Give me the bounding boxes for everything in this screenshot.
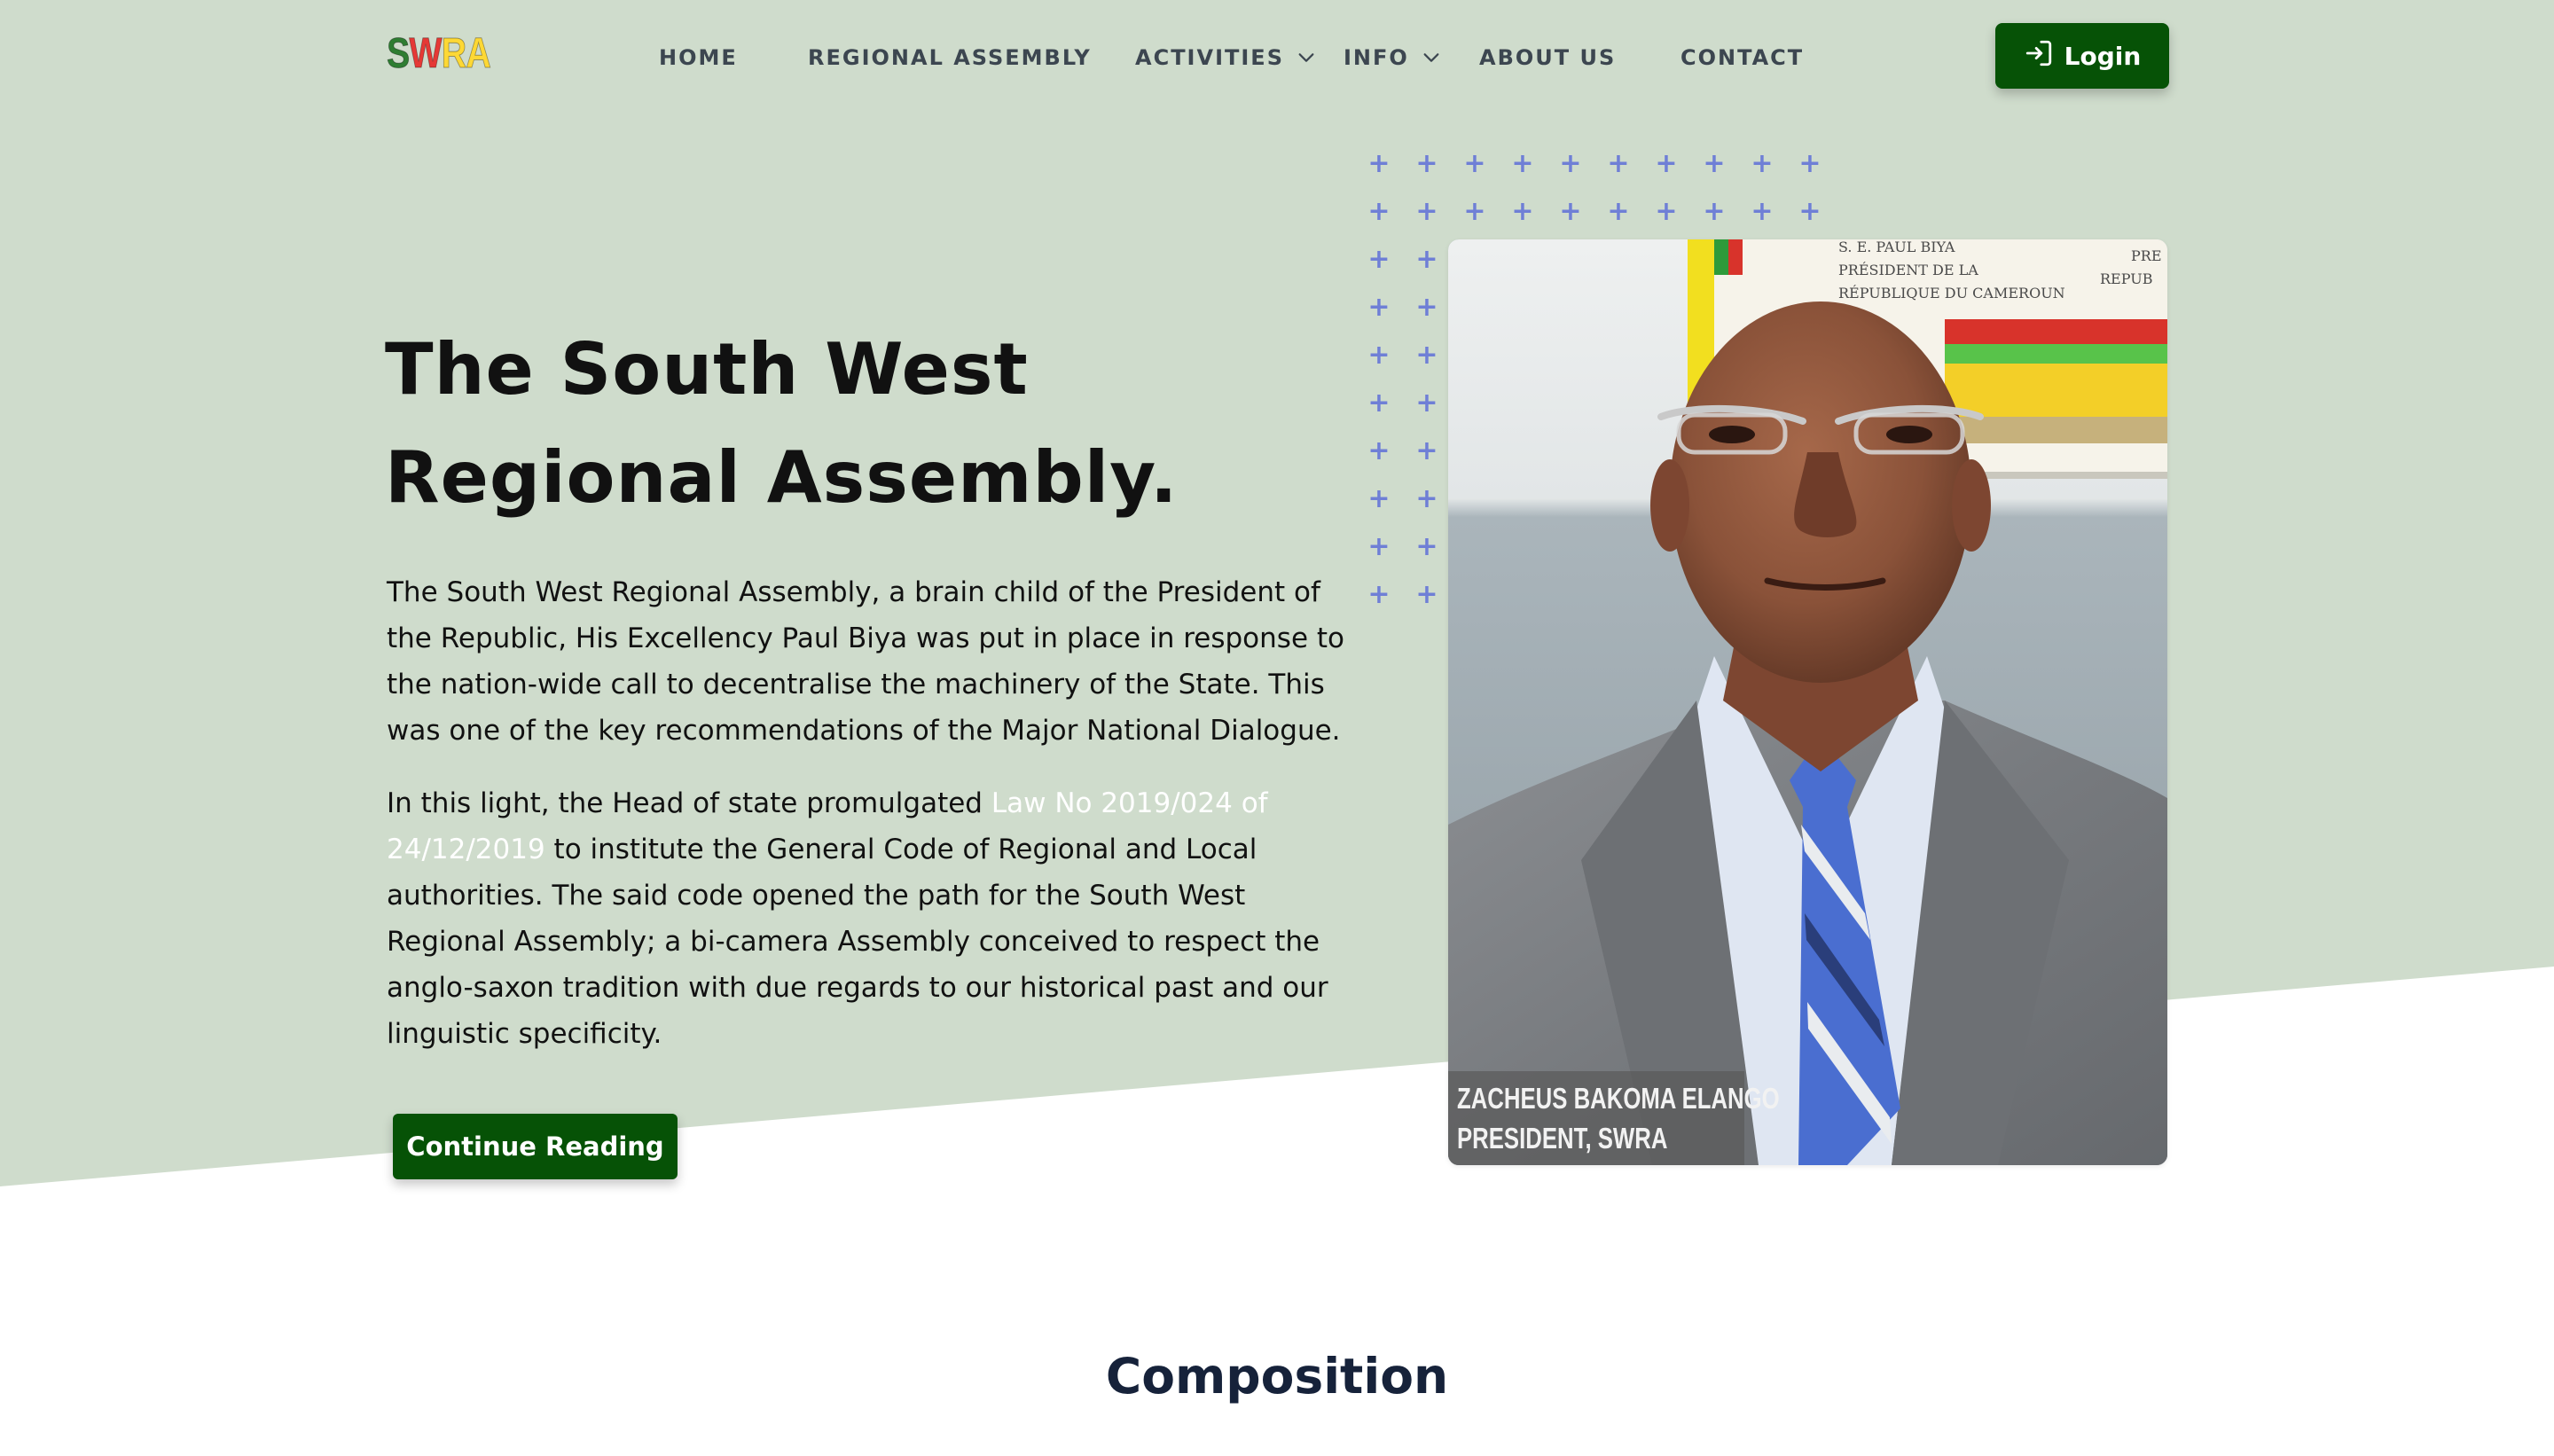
plus-decoration-icon: + <box>1703 196 1726 227</box>
plus-decoration-icon: + <box>1415 244 1438 275</box>
continue-reading-button[interactable]: Continue Reading <box>393 1114 678 1179</box>
caption-name: ZACHEUS BAKOMA ELANGO <box>1457 1082 1780 1115</box>
plus-decoration-icon: + <box>1367 340 1391 371</box>
login-icon <box>2024 38 2054 74</box>
nav-about-us-label: ABOUT US <box>1479 45 1617 70</box>
svg-text:PRE: PRE <box>2131 247 2162 264</box>
nav-home[interactable]: HOME <box>659 43 738 73</box>
president-portrait: S. E. PAUL BIYA PRÉSIDENT DE LA RÉPUBLIQ… <box>1448 239 2167 1165</box>
plus-decoration-icon: + <box>1367 292 1391 323</box>
plus-decoration-icon: + <box>1415 340 1438 371</box>
paragraph-2-prefix: In this light, the Head of state promulg… <box>387 787 991 819</box>
nav-contact[interactable]: CONTACT <box>1680 43 1804 73</box>
plus-decoration-icon: + <box>1655 148 1678 179</box>
continue-reading-label: Continue Reading <box>406 1131 664 1162</box>
composition-heading: Composition <box>1105 1348 1449 1405</box>
plus-decoration-icon: + <box>1367 483 1391 514</box>
svg-text:PRÉSIDENT DE LA: PRÉSIDENT DE LA <box>1838 261 1978 278</box>
top-navbar: SWRA HOME REGIONAL ASSEMBLY ACTIVITIES I… <box>0 0 2554 115</box>
plus-decoration-icon: + <box>1511 148 1534 179</box>
plus-decoration-icon: + <box>1415 148 1438 179</box>
plus-decoration-icon: + <box>1367 244 1391 275</box>
nav-contact-label: CONTACT <box>1680 45 1805 70</box>
nav-info[interactable]: INFO <box>1344 43 1441 73</box>
plus-decoration-icon: + <box>1415 292 1438 323</box>
plus-decoration-icon: + <box>1415 435 1438 466</box>
login-label: Login <box>2064 41 2142 71</box>
plus-decoration-icon: + <box>1703 148 1726 179</box>
plus-decoration-icon: + <box>1415 483 1438 514</box>
nav-regional-assembly[interactable]: REGIONAL ASSEMBLY <box>808 43 1092 73</box>
plus-decoration-icon: + <box>1798 148 1821 179</box>
plus-decoration-icon: + <box>1415 579 1438 610</box>
chevron-down-icon <box>1422 48 1441 67</box>
plus-decoration-icon: + <box>1367 196 1391 227</box>
plus-decoration-icon: + <box>1607 196 1630 227</box>
plus-decoration-icon: + <box>1607 148 1630 179</box>
plus-decoration-icon: + <box>1463 148 1486 179</box>
hero-title-line1: The South West <box>385 328 1029 411</box>
nav-about-us[interactable]: ABOUT US <box>1479 43 1616 73</box>
plus-decoration-icon: + <box>1415 387 1438 419</box>
hero-paragraph-2: In this light, the Head of state promulg… <box>387 780 1344 1057</box>
plus-decoration-icon: + <box>1367 148 1391 179</box>
portrait-image: S. E. PAUL BIYA PRÉSIDENT DE LA RÉPUBLIQ… <box>1448 239 2167 1165</box>
nav-home-label: HOME <box>659 45 738 70</box>
nav-info-label: INFO <box>1344 45 1409 70</box>
hero-title: The South West Regional Assembly. <box>385 316 1360 532</box>
plus-decoration-icon: + <box>1511 196 1534 227</box>
svg-text:RÉPUBLIQUE DU CAMEROUN: RÉPUBLIQUE DU CAMEROUN <box>1838 284 2065 301</box>
plus-decoration-icon: + <box>1463 196 1486 227</box>
plus-decoration-icon: + <box>1798 196 1821 227</box>
paragraph-2-suffix: to institute the General Code of Regiona… <box>387 834 1328 1050</box>
plus-decoration-icon: + <box>1559 148 1582 179</box>
main-nav: HOME REGIONAL ASSEMBLY ACTIVITIES INFO A… <box>0 43 2554 73</box>
hero-title-line2: Regional Assembly. <box>385 436 1179 519</box>
plus-decoration-icon: + <box>1367 579 1391 610</box>
nav-activities[interactable]: ACTIVITIES <box>1135 43 1316 73</box>
plus-decoration-icon: + <box>1415 531 1438 562</box>
plus-decoration-icon: + <box>1367 387 1391 419</box>
nav-regional-assembly-label: REGIONAL ASSEMBLY <box>808 45 1092 70</box>
svg-text:REPUB: REPUB <box>2100 270 2152 287</box>
svg-text:S. E. PAUL BIYA: S. E. PAUL BIYA <box>1838 239 1955 255</box>
plus-decoration-icon: + <box>1751 148 1774 179</box>
nav-activities-label: ACTIVITIES <box>1135 45 1284 70</box>
plus-decoration-icon: + <box>1367 435 1391 466</box>
portrait-caption: ZACHEUS BAKOMA ELANGO PRESIDENT, SWRA <box>1448 1071 1780 1165</box>
plus-decoration-icon: + <box>1367 531 1391 562</box>
plus-decoration-icon: + <box>1559 196 1582 227</box>
caption-title: PRESIDENT, SWRA <box>1457 1122 1668 1155</box>
chevron-down-icon <box>1297 48 1316 67</box>
plus-decoration-icon: + <box>1751 196 1774 227</box>
hero-paragraph-1: The South West Regional Assembly, a brai… <box>387 576 1344 747</box>
plus-decoration-icon: + <box>1415 196 1438 227</box>
login-button[interactable]: Login <box>1995 23 2169 89</box>
plus-decoration-icon: + <box>1655 196 1678 227</box>
